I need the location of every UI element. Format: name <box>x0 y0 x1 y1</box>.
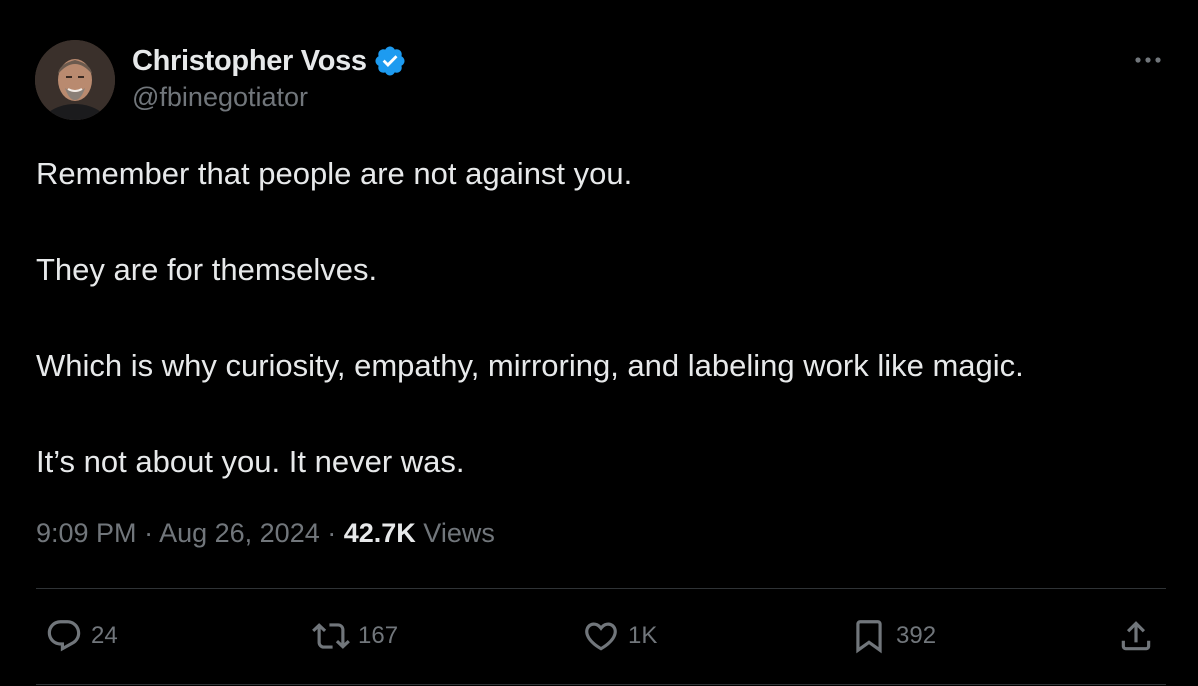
avatar-photo <box>35 40 115 120</box>
share-icon <box>1121 621 1151 651</box>
like-count: 1K <box>628 622 658 649</box>
bookmark-icon <box>856 620 882 654</box>
avatar[interactable] <box>35 40 115 120</box>
tweet-paragraph: They are for themselves. <box>36 252 378 287</box>
bookmark-count: 392 <box>896 622 937 649</box>
author-handle[interactable]: @fbinegotiator <box>132 82 407 113</box>
views-label: Views <box>415 518 495 548</box>
tweet-paragraph: Which is why curiosity, empathy, mirrori… <box>36 348 1024 383</box>
retweet-icon <box>312 623 350 649</box>
share-button[interactable] <box>1117 616 1155 656</box>
like-button[interactable]: 1K <box>582 616 657 656</box>
bookmark-button[interactable]: 392 <box>850 616 936 656</box>
reply-count: 24 <box>91 622 118 649</box>
views-count[interactable]: 42.7K <box>344 518 416 548</box>
author-display-name[interactable]: Christopher Voss <box>132 45 367 78</box>
reply-icon <box>47 620 81 652</box>
meta-separator: · <box>136 518 160 548</box>
author-name-row: Christopher Voss <box>132 42 407 80</box>
tweet-metadata: 9:09 PM · Aug 26, 2024 · 42.7K Views <box>36 518 495 549</box>
heart-icon <box>585 622 617 651</box>
tweet-card: Christopher Voss @fbinegotiator Remember… <box>0 0 1198 686</box>
verified-badge-icon[interactable] <box>373 44 407 78</box>
retweet-button[interactable]: 167 <box>312 616 398 656</box>
retweet-count: 167 <box>358 622 399 649</box>
tweet-paragraph: Remember that people are not against you… <box>36 156 633 191</box>
more-options-icon[interactable] <box>1130 48 1166 72</box>
divider <box>36 684 1166 685</box>
tweet-text: Remember that people are not against you… <box>36 150 1176 534</box>
tweet-date[interactable]: Aug 26, 2024 <box>159 518 320 548</box>
tweet-paragraph: It’s not about you. It never was. <box>36 444 465 479</box>
divider <box>36 588 1166 589</box>
meta-separator: · <box>319 518 344 548</box>
reply-button[interactable]: 24 <box>45 616 118 656</box>
author-block: Christopher Voss @fbinegotiator <box>132 42 407 113</box>
tweet-time[interactable]: 9:09 PM <box>36 518 137 548</box>
